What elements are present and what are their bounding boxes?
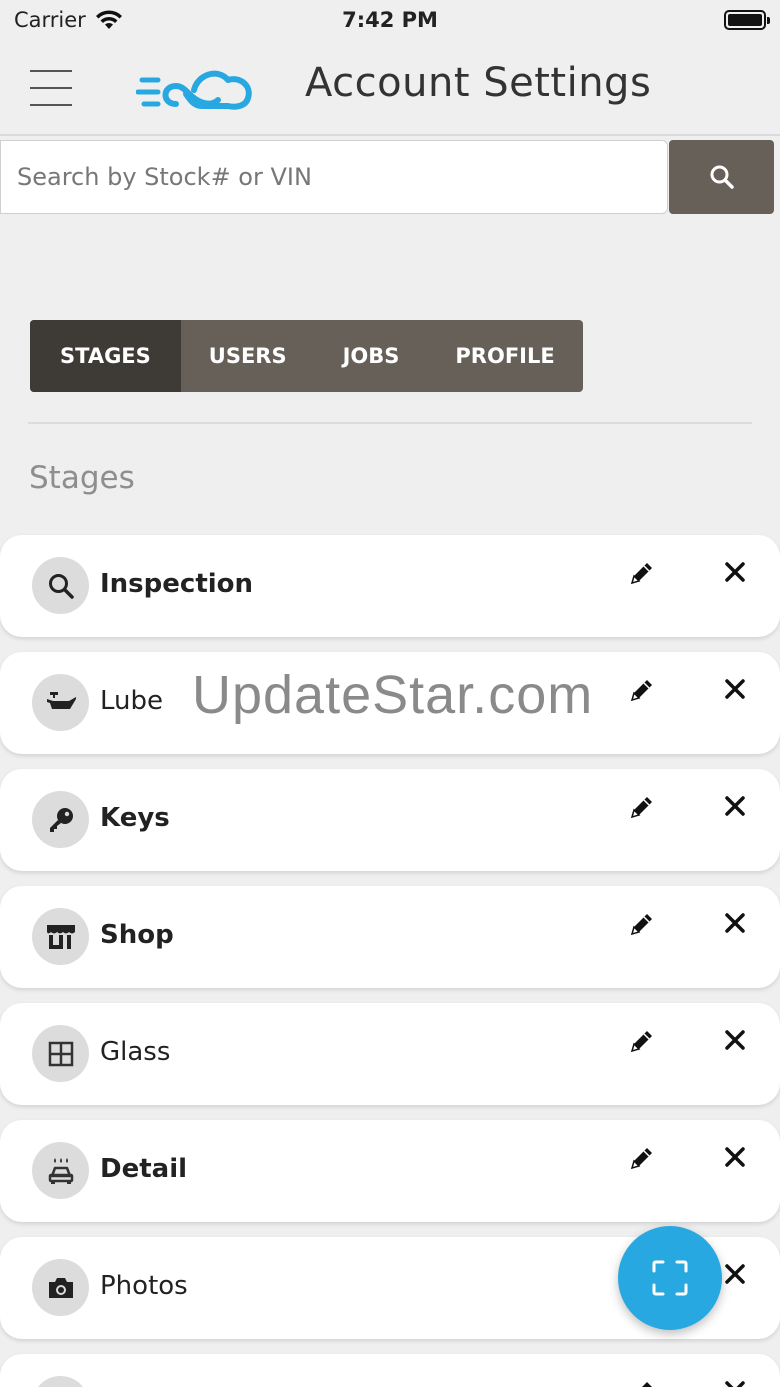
stage-card-inspection[interactable]: Inspection bbox=[0, 535, 780, 637]
stage-icon bbox=[32, 1376, 89, 1387]
section-title: Stages bbox=[29, 460, 135, 496]
cloud-logo bbox=[136, 70, 252, 110]
close-icon[interactable] bbox=[722, 559, 748, 585]
stage-card-detail[interactable]: Detail bbox=[0, 1120, 780, 1222]
close-icon[interactable] bbox=[722, 1144, 748, 1170]
status-bar: Carrier 7:42 PM bbox=[0, 0, 780, 40]
stage-label: Lube bbox=[100, 686, 164, 716]
close-icon[interactable] bbox=[722, 1027, 748, 1053]
tab-jobs[interactable]: JOBS bbox=[315, 320, 428, 392]
tab-users[interactable]: USERS bbox=[181, 320, 315, 392]
close-icon[interactable] bbox=[722, 910, 748, 936]
status-left: Carrier bbox=[14, 8, 124, 32]
page-title: Account Settings bbox=[305, 60, 652, 106]
tab-profile[interactable]: PROFILE bbox=[427, 320, 582, 392]
stage-card-partial[interactable] bbox=[0, 1354, 780, 1387]
carrier-label: Carrier bbox=[14, 8, 86, 32]
pencil-icon[interactable] bbox=[626, 557, 658, 589]
wifi-icon bbox=[95, 10, 122, 29]
pencil-icon[interactable] bbox=[626, 908, 658, 940]
tab-stages[interactable]: STAGES bbox=[30, 320, 181, 392]
pencil-icon[interactable] bbox=[626, 1376, 658, 1387]
storefront-icon bbox=[32, 908, 89, 965]
oil-can-icon bbox=[32, 674, 89, 731]
search-input[interactable] bbox=[0, 140, 668, 214]
divider bbox=[28, 422, 752, 424]
pencil-icon[interactable] bbox=[626, 674, 658, 706]
battery-icon bbox=[724, 10, 770, 30]
search-icon bbox=[710, 165, 734, 189]
scan-icon bbox=[652, 1260, 688, 1296]
settings-tabs: STAGES USERS JOBS PROFILE bbox=[30, 320, 583, 392]
search-bar bbox=[0, 140, 780, 216]
stage-label: Keys bbox=[100, 803, 170, 833]
stage-label: Photos bbox=[100, 1271, 188, 1301]
close-icon[interactable] bbox=[722, 1378, 748, 1387]
car-wash-icon bbox=[32, 1142, 89, 1199]
window-icon bbox=[32, 1025, 89, 1082]
key-icon bbox=[32, 791, 89, 848]
stage-card-shop[interactable]: Shop bbox=[0, 886, 780, 988]
pencil-icon[interactable] bbox=[626, 1142, 658, 1174]
close-icon[interactable] bbox=[722, 676, 748, 702]
hamburger-icon[interactable] bbox=[30, 70, 72, 106]
close-icon[interactable] bbox=[722, 793, 748, 819]
close-icon[interactable] bbox=[722, 1261, 748, 1287]
pencil-icon[interactable] bbox=[626, 791, 658, 823]
search-button[interactable] bbox=[669, 140, 774, 214]
magnifier-icon bbox=[32, 557, 89, 614]
app-header: Account Settings bbox=[0, 40, 780, 136]
stage-label: Inspection bbox=[100, 569, 254, 599]
pencil-icon[interactable] bbox=[626, 1025, 658, 1057]
watermark: UpdateStar.com bbox=[192, 665, 594, 725]
stage-label: Detail bbox=[100, 1154, 188, 1184]
scan-button[interactable] bbox=[618, 1226, 722, 1330]
stage-card-keys[interactable]: Keys bbox=[0, 769, 780, 871]
camera-icon bbox=[32, 1259, 89, 1316]
stage-card-glass[interactable]: Glass bbox=[0, 1003, 780, 1105]
stage-label: Shop bbox=[100, 920, 174, 950]
stage-label: Glass bbox=[100, 1037, 171, 1067]
